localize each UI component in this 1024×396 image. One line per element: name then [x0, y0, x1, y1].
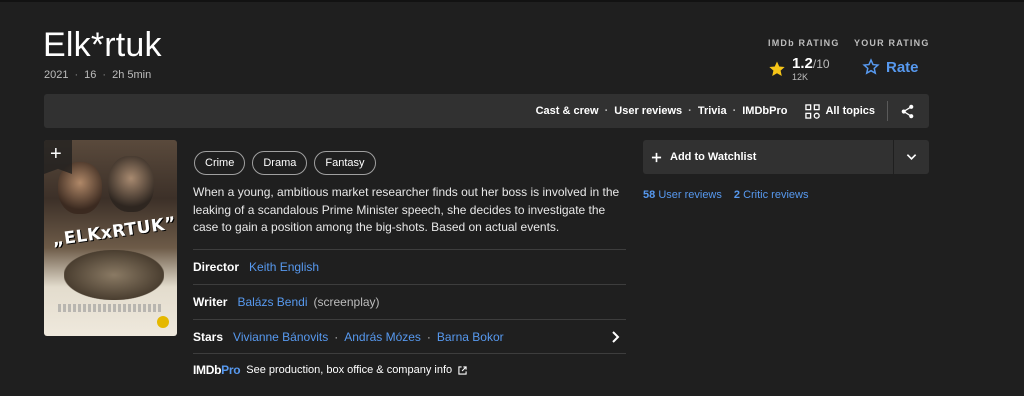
poster-image[interactable]: „ELKхRTUK” + [44, 140, 177, 336]
poster-credits [58, 304, 162, 312]
writer-note: (screenplay) [313, 295, 380, 309]
credit-stars[interactable]: Stars Vivianne Bánovits · András Mózes ·… [193, 319, 626, 354]
star-name[interactable]: András Mózes [344, 330, 421, 344]
plus-icon [651, 152, 662, 162]
rating-count: 12K [792, 72, 809, 82]
poster-title-logo: „ELKхRTUK” [51, 213, 177, 251]
subnav-bar: Cast & crew · User reviews · Trivia · IM… [44, 94, 929, 128]
star-icon [769, 61, 785, 76]
runtime: 2h 5min [112, 69, 152, 81]
star-name[interactable]: Barna Bokor [437, 330, 504, 344]
imdb-rating[interactable]: IMDb RATING 1.2/10 12K [768, 38, 840, 82]
director-name[interactable]: Keith English [249, 260, 319, 274]
credit-writer: Writer Balázs Bendi (screenplay) [193, 284, 626, 319]
user-reviews-link[interactable]: 58 User reviews [643, 189, 722, 201]
subnav-user-reviews[interactable]: User reviews [614, 105, 682, 117]
credit-role: Writer [193, 295, 228, 309]
genre-chips: Crime Drama Fantasy [194, 151, 376, 175]
imdbpro-link[interactable]: IMDbPro See production, box office & com… [193, 363, 467, 377]
review-links: 58 User reviews 2 Critic reviews [643, 189, 808, 201]
star-outline-icon [862, 58, 880, 75]
writer-name[interactable]: Balázs Bendi [237, 295, 307, 309]
certificate[interactable]: 16 [84, 69, 96, 81]
poster-face-right [108, 156, 154, 212]
rate-button[interactable]: Rate [862, 58, 930, 76]
credit-director: Director Keith English [193, 249, 626, 284]
subnav-imdbpro[interactable]: IMDbPro [742, 105, 787, 117]
your-rating-label: YOUR RATING [854, 38, 930, 48]
your-rating: YOUR RATING Rate [854, 38, 930, 76]
grid-icon [805, 103, 821, 119]
chevron-right-icon[interactable] [610, 330, 622, 344]
subnav-cast-crew[interactable]: Cast & crew [536, 105, 599, 117]
chevron-down-icon [906, 154, 917, 161]
credit-role: Director [193, 260, 240, 274]
rating-value: 1.2 [792, 55, 813, 72]
watchlist-label: Add to Watchlist [670, 151, 757, 163]
age-rating-badge [157, 316, 169, 328]
imdb-rating-label: IMDb RATING [768, 38, 840, 48]
subnav-divider [887, 101, 888, 121]
plot-summary: When a young, ambitious market researche… [193, 185, 620, 234]
rating-out-of: /10 [812, 57, 830, 71]
release-year[interactable]: 2021 [44, 69, 68, 81]
all-topics-label: All topics [825, 105, 875, 117]
external-link-icon [458, 365, 467, 375]
genre-chip[interactable]: Fantasy [314, 151, 376, 175]
watchlist-control: Add to Watchlist [643, 140, 929, 174]
plus-icon: + [50, 143, 62, 165]
share-icon[interactable] [900, 104, 915, 119]
imdbpro-text: See production, box office & company inf… [246, 364, 453, 376]
add-to-watchlist-button[interactable]: Add to Watchlist [643, 140, 893, 174]
credit-role: Stars [193, 329, 224, 344]
star-name[interactable]: Vivianne Bánovits [233, 330, 328, 344]
title-meta: 2021 · 16 · 2h 5min [44, 69, 152, 81]
genre-chip[interactable]: Crime [194, 151, 246, 175]
poster-city [64, 250, 164, 300]
critic-reviews-link[interactable]: 2 Critic reviews [734, 189, 809, 201]
watchlist-options-button[interactable] [894, 140, 929, 174]
rate-label: Rate [886, 58, 919, 76]
imdbpro-logo: IMDbPro [193, 363, 241, 377]
all-topics-button[interactable]: All topics [805, 103, 875, 119]
subnav-trivia[interactable]: Trivia [698, 105, 727, 117]
page-title: Elk*rtuk [43, 26, 162, 64]
top-border [0, 0, 1024, 2]
genre-chip[interactable]: Drama [252, 151, 308, 175]
